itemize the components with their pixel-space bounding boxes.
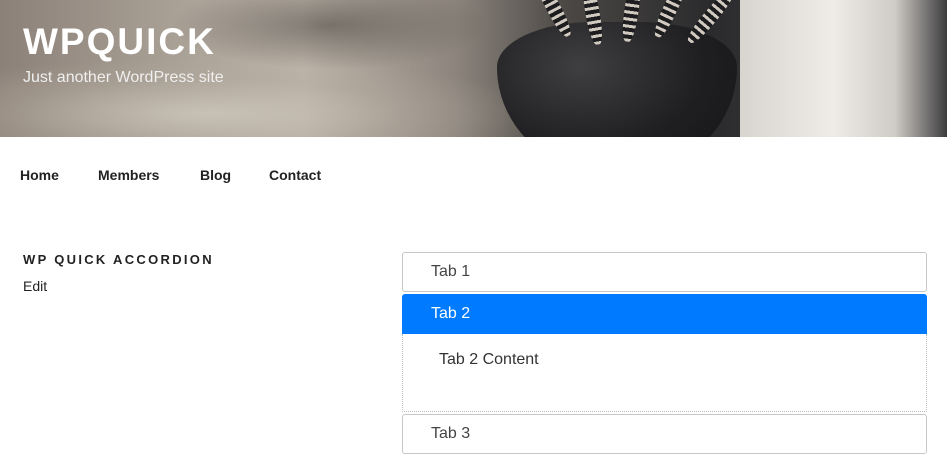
- accordion-tab-3[interactable]: Tab 3: [402, 414, 927, 454]
- header-image-plant-pot: [497, 22, 737, 137]
- header-image-background: [740, 0, 947, 137]
- site-title[interactable]: WPQUICK: [23, 20, 216, 64]
- accordion-panel-2-text: Tab 2 Content: [439, 351, 539, 368]
- accordion-tab-1[interactable]: Tab 1: [402, 252, 927, 292]
- main-navigation: Home Members Blog Contact: [0, 137, 947, 213]
- accordion-panel-2: Tab 2 Content: [402, 334, 927, 412]
- site-description: Just another WordPress site: [23, 69, 224, 86]
- accordion: Tab 1 Tab 2 Tab 2 Content Tab 3: [402, 252, 927, 454]
- nav-item-blog[interactable]: Blog: [200, 166, 231, 184]
- nav-item-members[interactable]: Members: [98, 166, 159, 184]
- widget-title: WP QUICK ACCORDION: [23, 252, 214, 267]
- edit-link[interactable]: Edit: [23, 277, 47, 295]
- accordion-tab-2[interactable]: Tab 2: [402, 294, 927, 334]
- header-image-shadow: [170, 0, 490, 70]
- site-header: WPQUICK Just another WordPress site: [0, 0, 947, 137]
- nav-item-contact[interactable]: Contact: [269, 166, 321, 184]
- nav-item-home[interactable]: Home: [20, 166, 59, 184]
